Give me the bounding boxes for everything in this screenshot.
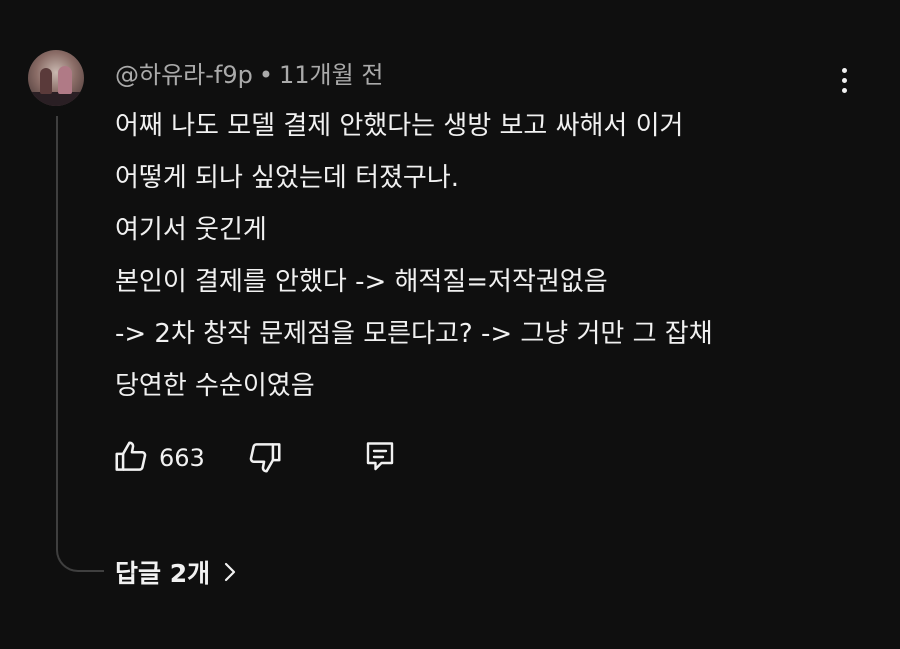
- more-dot: [841, 77, 847, 83]
- comment-icon: [366, 442, 394, 471]
- comment-line: 당연한 수순이였음: [115, 371, 315, 401]
- thread-line: [56, 116, 104, 572]
- more-dot: [841, 87, 847, 93]
- more-dot: [841, 67, 847, 73]
- author-name[interactable]: @하유라-f9p: [115, 61, 253, 89]
- comment-line: 여기서 웃긴게: [115, 215, 267, 245]
- comment-line: 어떻게 되나 싶었는데 터졌구나.: [115, 163, 460, 193]
- avatar-floor: [28, 92, 84, 106]
- avatar-figure: [58, 66, 72, 94]
- comment-text: 어째 나도 모델 결제 안했다는 생방 보고 싸해서 이거 어떻게 되나 싶었는…: [115, 100, 845, 412]
- like-button[interactable]: [112, 438, 150, 476]
- dislike-button[interactable]: [246, 438, 284, 476]
- comment-meta: @하유라-f9p • 11개월 전: [115, 55, 383, 90]
- comment-time[interactable]: 11개월 전: [279, 61, 383, 89]
- comment-line: 어째 나도 모델 결제 안했다는 생방 보고 싸해서 이거: [115, 111, 684, 141]
- reply-button[interactable]: [362, 438, 398, 476]
- avatar-figure: [40, 68, 52, 94]
- like-count: 663: [159, 444, 205, 472]
- comment-line: -> 2차 창작 문제점을 모른다고? -> 그냥 거만 그 잡채: [115, 319, 713, 349]
- replies-label: 답글 2개: [115, 559, 211, 588]
- thumbs-down-icon: [249, 443, 281, 473]
- more-vertical-icon[interactable]: [826, 62, 862, 98]
- view-replies-button[interactable]: 답글 2개: [115, 554, 240, 590]
- thumbs-up-icon: [115, 441, 147, 471]
- meta-separator: •: [258, 61, 274, 89]
- comment-line: 본인이 결제를 안했다 -> 해적질=저작권없음: [115, 267, 608, 297]
- avatar[interactable]: [28, 50, 84, 106]
- chevron-right-icon: [225, 562, 236, 582]
